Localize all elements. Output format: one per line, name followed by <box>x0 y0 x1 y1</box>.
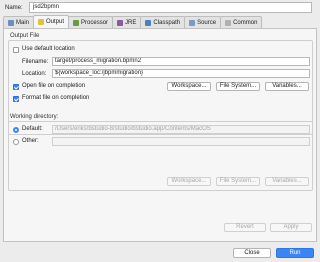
tab-label: Processor <box>81 19 109 26</box>
wd-variables-button: Variables... <box>265 177 309 186</box>
close-button[interactable]: Close <box>233 248 271 258</box>
filename-input[interactable]: target/process_migration.bpmn2 <box>52 57 310 66</box>
name-input[interactable]: jsd2bpmn <box>29 2 312 13</box>
location-label: Location: <box>22 71 47 77</box>
file-system-button[interactable]: File System... <box>216 82 260 91</box>
tab-jre[interactable]: JRE <box>112 16 142 28</box>
tab-label: Classpath <box>153 19 181 26</box>
working-directory-title: Working directory: <box>10 114 59 120</box>
tab-source[interactable]: Source <box>184 16 222 28</box>
source-tab-icon <box>189 19 196 26</box>
output-tab-panel: Output File Use default location Filenam… <box>3 28 317 242</box>
apply-button: Apply <box>270 223 312 232</box>
default-label: Default: <box>22 126 43 132</box>
open-file-label: Open file on completion <box>22 83 86 89</box>
revert-button: Revert <box>224 223 266 232</box>
run-button[interactable]: Run <box>276 248 314 258</box>
tab-processor[interactable]: Processor <box>68 16 114 28</box>
default-directory-field: /Users/eriks/bstudio-8/studio/bstudio.ap… <box>52 125 310 134</box>
output-tab-icon <box>38 19 45 25</box>
other-radio[interactable] <box>13 139 19 145</box>
tab-common[interactable]: Common <box>220 16 263 28</box>
format-file-label: Format file on completion <box>22 95 90 101</box>
tab-label: Output <box>46 19 65 25</box>
other-directory-input <box>52 137 310 146</box>
tab-bar: Main Output Processor JRE Classpath Sour… <box>3 15 263 28</box>
tab-main[interactable]: Main <box>3 16 35 28</box>
use-default-location-checkbox[interactable] <box>13 47 19 53</box>
output-file-title: Output File <box>10 33 40 39</box>
name-label: Name: <box>5 5 23 11</box>
classpath-tab-icon <box>145 19 152 26</box>
workspace-button[interactable]: Workspace... <box>167 82 211 91</box>
other-label: Other: <box>22 138 39 144</box>
tab-label: Common <box>233 19 258 26</box>
tab-label: Source <box>197 19 217 26</box>
common-tab-icon <box>225 19 232 26</box>
default-radio[interactable] <box>13 127 19 133</box>
location-input[interactable]: ${workspace_loc:/jbpmmigration} <box>52 69 310 78</box>
wd-file-system-button: File System... <box>216 177 260 186</box>
filename-label: Filename: <box>22 59 49 65</box>
tab-label: JRE <box>125 19 137 26</box>
use-default-location-label: Use default location <box>22 46 75 52</box>
tab-label: Main <box>16 19 30 26</box>
variables-button[interactable]: Variables... <box>265 82 309 91</box>
working-directory-group: Default: /Users/eriks/bstudio-8/studio/b… <box>8 121 313 191</box>
tab-classpath[interactable]: Classpath <box>140 16 186 28</box>
wd-workspace-button: Workspace... <box>167 177 211 186</box>
open-file-checkbox[interactable] <box>13 84 19 90</box>
format-file-checkbox[interactable] <box>13 96 19 102</box>
tab-output[interactable]: Output <box>33 15 70 28</box>
main-tab-icon <box>8 19 14 26</box>
processor-tab-icon <box>73 19 80 26</box>
jre-tab-icon <box>117 19 124 26</box>
